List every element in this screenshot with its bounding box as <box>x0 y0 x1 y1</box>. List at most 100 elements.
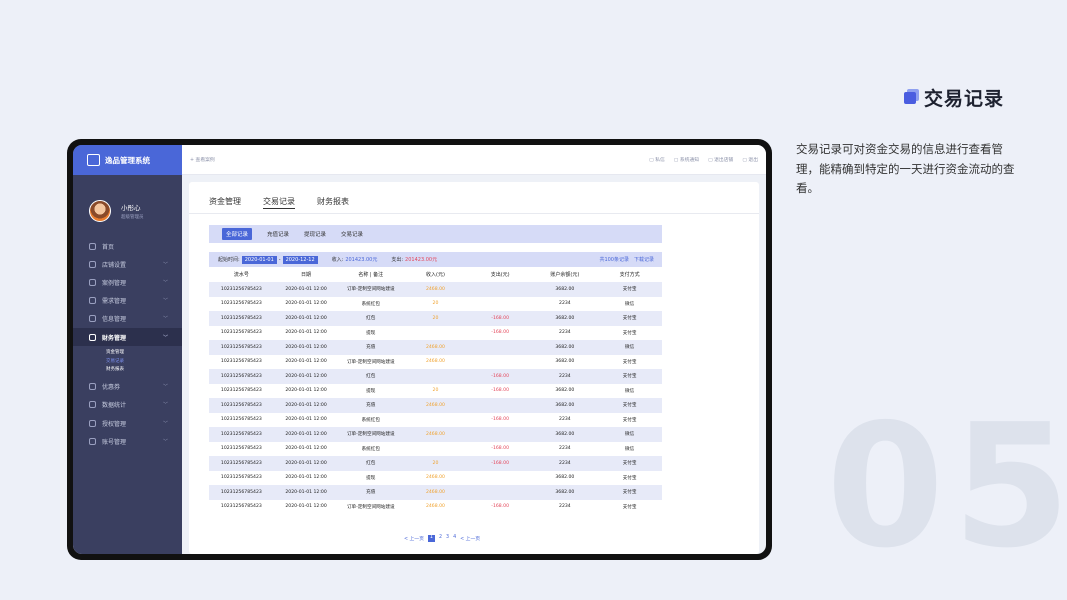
brand[interactable]: 逸品管理系统 <box>73 145 182 175</box>
chevron-down-icon: ﹀ <box>162 402 168 409</box>
view-cases-link[interactable]: + 查看案例 <box>190 156 215 163</box>
sidebar-item[interactable]: 优惠券 ﹀ <box>73 378 182 396</box>
filter-tab[interactable]: 交易记录 <box>341 230 363 238</box>
user-profile[interactable]: 小彤心 超级管理员 <box>73 175 182 237</box>
page-number[interactable]: 3 <box>446 535 449 542</box>
content-card: 资金管理 交易记录 财务报表 全部记录 充值记录 提现记录 交易记录 起始时间: 2020… <box>189 182 759 554</box>
chevron-down-icon: ﹀ <box>162 316 168 323</box>
avatar[interactable] <box>89 200 111 222</box>
table-cell: 10231256785423 <box>209 369 274 384</box>
slide-description: 交易记录可对资金交易的信息进行查看管理，能精确到特定的一天进行资金流动的查看。 <box>796 142 1015 195</box>
table-row: 10231256785423 2020-01-01 12:00 提现 20 -168.0… <box>209 384 662 399</box>
table-row: 10231256785423 2020-01-01 12:00 充值 2468.00 3… <box>209 398 662 413</box>
next-page-button[interactable]: < 上一页 <box>460 535 480 542</box>
submenu-item[interactable]: 资金管理 <box>106 349 182 358</box>
topbar-action[interactable]: 私信 <box>649 156 665 163</box>
sidebar-item[interactable]: 店铺设置 ﹀ <box>73 255 182 273</box>
table-cell: 2234 <box>532 456 598 471</box>
table-cell: 支付宝 <box>597 311 662 326</box>
sidebar-item-label: 案例管理 <box>102 279 127 287</box>
table-cell: -168.00 <box>467 311 533 326</box>
table-cell: 充值 <box>338 485 404 500</box>
filter-tab[interactable]: 充值记录 <box>267 230 289 238</box>
sidebar-item[interactable]: 案例管理 ﹀ <box>73 273 182 291</box>
table-cell: 订单-定制空间网站建设 <box>338 427 404 442</box>
page-tab[interactable]: 资金管理 <box>209 195 241 213</box>
table-cell: 20 <box>403 311 468 326</box>
table-row: 10231256785423 2020-01-01 12:00 订单-定制空间网站建… <box>209 427 662 442</box>
table-cell: 2468.00 <box>425 504 445 510</box>
table-cell: 2020-01-01 12:00 <box>285 388 327 394</box>
topbar-action[interactable]: 退出 <box>742 156 758 163</box>
submenu-item[interactable]: 交易记录 <box>106 358 182 367</box>
page-number[interactable]: 2 <box>439 535 442 542</box>
table-cell: 2020-01-01 12:00 <box>285 330 327 336</box>
table-cell <box>403 413 468 428</box>
table-cell: 2020-01-01 12:00 <box>273 427 339 442</box>
table-cell: 微信 <box>625 301 635 307</box>
start-date-input[interactable]: 2020-01-01 <box>241 255 277 264</box>
slide-number: 05 <box>826 388 1067 586</box>
table-row: 10231256785423 2020-01-01 12:00 提现 2468.00 3… <box>209 471 662 486</box>
user-name: 小彤心 <box>121 204 141 212</box>
start-label: 起始时间: <box>218 257 240 263</box>
prev-page-button[interactable]: < 上一页 <box>404 535 424 542</box>
sidebar: 逸品管理系统 小彤心 超级管理员 首页 店铺设置 ﹀ 案例管理 ﹀ 需求管理 ﹀ 信息管理 ﹀ 财… <box>73 145 182 554</box>
sidebar-item[interactable]: 首页 <box>73 237 182 255</box>
table-cell: 支付宝 <box>597 456 662 471</box>
chevron-down-icon: ﹀ <box>162 438 168 445</box>
menu-icon <box>89 260 96 268</box>
topbar: + 查看案例 私信 系统通知 退出店铺 退出 <box>182 145 766 175</box>
page-number[interactable]: 1 <box>427 535 435 542</box>
device-frame: 逸品管理系统 小彤心 超级管理员 首页 店铺设置 ﹀ 案例管理 ﹀ 需求管理 ﹀ 信息管理 ﹀ 财… <box>67 139 772 560</box>
menu-icon <box>89 437 96 445</box>
page-tab[interactable]: 交易记录 <box>263 195 295 209</box>
sidebar-item[interactable]: 授权管理 ﹀ <box>73 414 182 432</box>
sidebar-item-label: 信息管理 <box>102 316 127 324</box>
table-row: 10231256785423 2020-01-01 12:00 红包 -168.00 2… <box>209 369 662 384</box>
table-cell: 订单-定制空间网站建设 <box>346 504 395 510</box>
page-tabs: 资金管理 交易记录 财务报表 <box>189 195 759 214</box>
column-header: 名称 | 备注 <box>358 272 384 278</box>
topbar-action[interactable]: 退出店铺 <box>708 156 733 163</box>
table-row: 10231256785423 2020-01-01 12:00 订单-定制空间网站建… <box>209 282 662 297</box>
table-cell: 系统红包 <box>361 301 380 307</box>
table-cell: -168.00 <box>491 417 510 423</box>
download-records-link[interactable]: 下载记录 <box>634 256 654 263</box>
column-header[interactable]: 日期 <box>274 267 339 282</box>
table-cell: 10231256785423 <box>209 282 274 297</box>
sidebar-item[interactable]: 需求管理 ﹀ <box>73 292 182 310</box>
table-row: 10231256785423 2020-01-01 12:00 红包 20 -168.0… <box>209 456 662 471</box>
table-cell: 3682.00 <box>532 427 598 442</box>
table-cell <box>467 398 533 413</box>
table-cell: 2234 <box>559 417 571 423</box>
table-row: 10231256785423 2020-01-01 12:00 提现 -168.00 2… <box>209 326 662 341</box>
submenu-item[interactable]: 财务报表 <box>106 366 182 375</box>
sidebar-item[interactable]: 账号管理 ﹀ <box>73 432 182 450</box>
table-cell: 支付宝 <box>597 398 662 413</box>
sidebar-item[interactable]: 数据统计 ﹀ <box>73 396 182 414</box>
table-cell <box>468 471 533 486</box>
sidebar-item[interactable]: 财务管理 ﹀ <box>73 327 182 347</box>
expense-label: 支出: <box>391 257 404 263</box>
column-header: 收入(元) <box>426 272 445 278</box>
sidebar-item[interactable]: 信息管理 ﹀ <box>73 310 182 328</box>
table-cell <box>403 326 468 341</box>
table-cell: 系统红包 <box>361 446 380 452</box>
table-cell: 支付宝 <box>622 330 637 336</box>
app-screen: 逸品管理系统 小彤心 超级管理员 首页 店铺设置 ﹀ 案例管理 ﹀ 需求管理 ﹀ 信息管理 ﹀ 财… <box>73 145 766 554</box>
table-cell: 2020-01-01 12:00 <box>273 340 339 355</box>
table-cell: 2020-01-01 12:00 <box>273 369 339 384</box>
brand-name: 逸品管理系统 <box>105 155 150 165</box>
table-cell: 10231256785423 <box>220 475 262 481</box>
page-number[interactable]: 4 <box>453 535 456 542</box>
table-cell: 支付宝 <box>622 417 637 423</box>
table-cell: 微信 <box>597 340 662 355</box>
sidebar-item-label: 财务管理 <box>102 334 127 342</box>
filter-tab[interactable]: 全部记录 <box>222 228 253 240</box>
end-date-input[interactable]: 2020-12-12 <box>282 255 318 264</box>
topbar-action[interactable]: 系统通知 <box>674 156 699 163</box>
table-cell: 提现 <box>366 388 376 394</box>
filter-tab[interactable]: 提现记录 <box>304 230 326 238</box>
page-tab[interactable]: 财务报表 <box>317 195 349 213</box>
